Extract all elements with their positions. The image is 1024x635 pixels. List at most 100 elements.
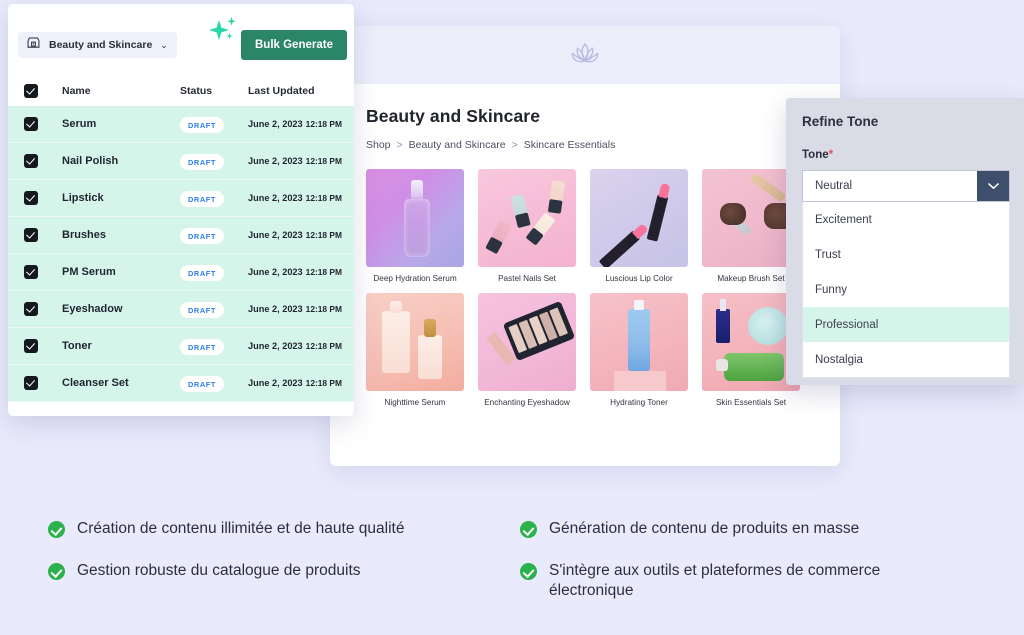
row-checkbox[interactable]: [24, 191, 38, 205]
refine-tone-panel: Refine Tone Tone* Neutral Excitement Tru…: [786, 98, 1024, 385]
status-badge-wrap: DRAFT: [180, 189, 248, 208]
product-page-body: Beauty and Skincare Shop > Beauty and Sk…: [330, 84, 840, 407]
feature-text: Génération de contenu de produits en mas…: [549, 520, 860, 537]
cell-last-updated: June 2, 2023 12:18 PM: [248, 193, 354, 203]
status-badge-wrap: DRAFT: [180, 226, 248, 245]
storefront-icon: [26, 35, 41, 55]
cell-time: 12:18 PM: [305, 230, 342, 240]
row-checkbox[interactable]: [24, 265, 38, 279]
lotus-icon: [568, 40, 602, 70]
table-row[interactable]: Brushes DRAFT June 2, 2023 12:18 PM: [8, 217, 354, 254]
tone-option-professional[interactable]: Professional: [803, 307, 1009, 342]
column-header-status: Status: [180, 85, 213, 97]
product-image-deep-hydration-serum: [366, 169, 464, 267]
tone-options-list: Excitement Trust Funny Professional Nost…: [802, 202, 1010, 378]
product-tile-label: Deep Hydration Serum: [373, 274, 457, 283]
table-row[interactable]: Nail Polish DRAFT June 2, 2023 12:18 PM: [8, 143, 354, 180]
product-tile[interactable]: Nighttime Serum: [366, 293, 464, 407]
refine-tone-title: Refine Tone: [802, 114, 879, 129]
cell-time: 12:18 PM: [305, 267, 342, 277]
chevron-down-icon[interactable]: [977, 171, 1009, 201]
cell-last-updated: June 2, 2023 12:18 PM: [248, 119, 354, 129]
product-tile[interactable]: Luscious Lip Color: [590, 169, 688, 283]
bulk-generate-button[interactable]: Bulk Generate: [241, 30, 347, 60]
tone-option-funny[interactable]: Funny: [803, 272, 1009, 307]
list-panel-toolbar: Beauty and Skincare ⌄ Bulk Generate: [8, 4, 354, 76]
row-checkbox[interactable]: [24, 154, 38, 168]
cell-date: June 2, 2023: [248, 119, 303, 129]
table-row[interactable]: PM Serum DRAFT June 2, 2023 12:18 PM: [8, 254, 354, 291]
status-badge-wrap: DRAFT: [180, 374, 248, 393]
cell-last-updated: June 2, 2023 12:18 PM: [248, 304, 354, 314]
product-tile-label: Hydrating Toner: [610, 398, 668, 407]
breadcrumb-item-category[interactable]: Beauty and Skincare: [409, 139, 506, 151]
product-grid: Deep Hydration Serum Pastel Nails Set Lu…: [366, 169, 810, 407]
status-badge: DRAFT: [180, 265, 225, 282]
check-circle-icon: [520, 521, 537, 538]
cell-time: 12:18 PM: [305, 304, 342, 314]
tone-option-nostalgia[interactable]: Nostalgia: [803, 342, 1009, 377]
tone-select[interactable]: Neutral: [802, 170, 1010, 202]
row-checkbox[interactable]: [24, 376, 38, 390]
product-image-luscious-lip-color: [590, 169, 688, 267]
product-tile-label: Pastel Nails Set: [498, 274, 556, 283]
cell-last-updated: June 2, 2023 12:18 PM: [248, 156, 354, 166]
status-badge: DRAFT: [180, 191, 225, 208]
column-header-name: Name: [62, 85, 91, 97]
product-tile[interactable]: Enchanting Eyeshadow: [478, 293, 576, 407]
table-row[interactable]: Serum DRAFT June 2, 2023 12:18 PM: [8, 106, 354, 143]
cell-name: Brushes: [62, 229, 107, 241]
cell-name: Lipstick: [62, 192, 104, 204]
row-checkbox[interactable]: [24, 117, 38, 131]
cell-name: PM Serum: [62, 266, 116, 278]
row-checkbox[interactable]: [24, 228, 38, 242]
status-badge-wrap: DRAFT: [180, 152, 248, 171]
table-row[interactable]: Toner DRAFT June 2, 2023 12:18 PM: [8, 328, 354, 365]
cell-name: Toner: [62, 340, 92, 352]
table-row[interactable]: Cleanser Set DRAFT June 2, 2023 12:18 PM: [8, 365, 354, 402]
tone-selected-value[interactable]: Neutral: [803, 171, 977, 201]
row-checkbox[interactable]: [24, 302, 38, 316]
cell-date: June 2, 2023: [248, 304, 303, 314]
cell-time: 12:18 PM: [305, 341, 342, 351]
sparkle-icon: [206, 16, 240, 48]
feature-text: Création de contenu illimitée et de haut…: [77, 520, 405, 537]
check-circle-icon: [48, 521, 65, 538]
page-title: Beauty and Skincare: [366, 106, 541, 126]
table-row[interactable]: Lipstick DRAFT June 2, 2023 12:18 PM: [8, 180, 354, 217]
tone-option-trust[interactable]: Trust: [803, 237, 1009, 272]
cell-name: Serum: [62, 118, 97, 130]
status-badge-wrap: DRAFT: [180, 263, 248, 282]
product-tile[interactable]: Pastel Nails Set: [478, 169, 576, 283]
cell-time: 12:18 PM: [305, 378, 342, 388]
breadcrumb-item-shop[interactable]: Shop: [366, 139, 391, 151]
tone-option-excitement[interactable]: Excitement: [803, 202, 1009, 237]
feature-item: Gestion robuste du catalogue de produits: [48, 552, 510, 610]
check-circle-icon: [48, 562, 65, 580]
column-header-last-updated: Last Updated: [248, 85, 315, 97]
store-name: Beauty and Skincare: [49, 39, 153, 51]
cell-last-updated: June 2, 2023 12:18 PM: [248, 341, 354, 351]
breadcrumb-separator: >: [511, 139, 518, 151]
product-tile-label: Luscious Lip Color: [605, 274, 673, 283]
product-tile-label: Nighttime Serum: [384, 398, 446, 407]
store-selector[interactable]: Beauty and Skincare ⌄: [18, 32, 177, 58]
product-tile[interactable]: Hydrating Toner: [590, 293, 688, 407]
status-badge: DRAFT: [180, 376, 225, 393]
breadcrumb: Shop > Beauty and Skincare > Skincare Es…: [366, 139, 810, 151]
tone-field-label: Tone*: [802, 149, 1010, 161]
cell-name: Cleanser Set: [62, 377, 129, 389]
screenshot-stage: Beauty and Skincare Shop > Beauty and Sk…: [0, 0, 1024, 635]
table-row[interactable]: Eyeshadow DRAFT June 2, 2023 12:18 PM: [8, 291, 354, 328]
status-badge-wrap: DRAFT: [180, 337, 248, 356]
row-checkbox[interactable]: [24, 339, 38, 353]
cell-time: 12:18 PM: [305, 119, 342, 129]
table-header-row: Name Status Last Updated: [8, 76, 354, 106]
select-all-checkbox[interactable]: [24, 84, 38, 98]
product-tile[interactable]: Deep Hydration Serum: [366, 169, 464, 283]
product-page-header: [330, 26, 840, 84]
feature-item: Génération de contenu de produits en mas…: [520, 510, 964, 548]
product-image-nighttime-serum: [366, 293, 464, 391]
status-badge: DRAFT: [180, 154, 225, 171]
cell-last-updated: June 2, 2023 12:18 PM: [248, 267, 354, 277]
